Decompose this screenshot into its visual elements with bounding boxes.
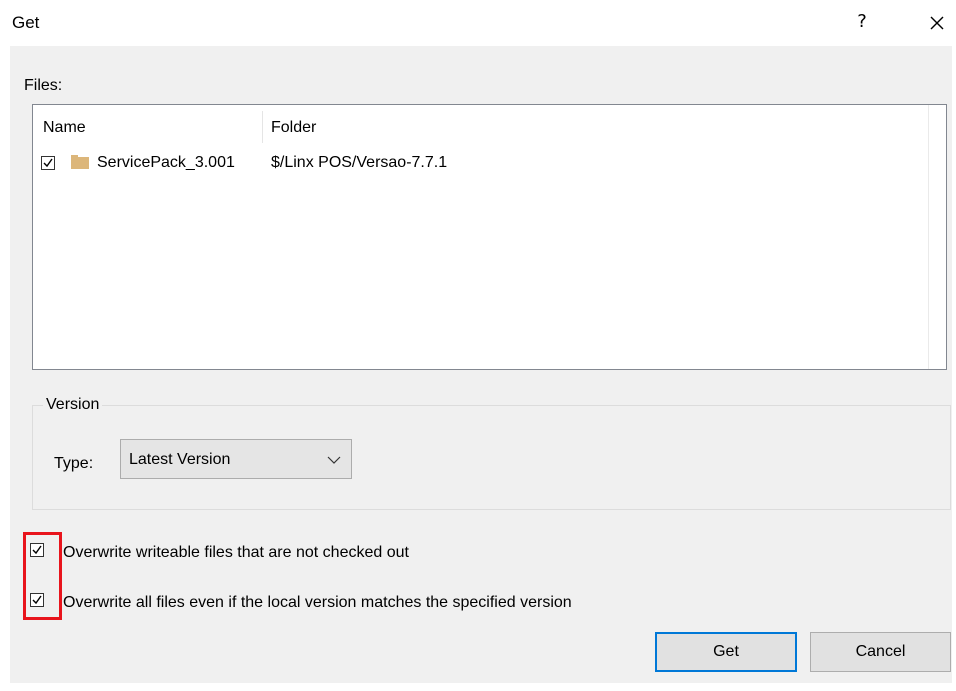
column-header-name[interactable]: Name bbox=[43, 119, 86, 137]
help-button[interactable]: ? bbox=[848, 8, 876, 36]
vertical-scrollbar[interactable] bbox=[928, 105, 946, 369]
overwrite-all-label[interactable]: Overwrite all files even if the local ve… bbox=[63, 594, 572, 612]
close-icon[interactable] bbox=[922, 8, 952, 38]
files-label: Files: bbox=[24, 77, 63, 94]
version-type-value: Latest Version bbox=[129, 451, 231, 468]
cancel-button[interactable]: Cancel bbox=[810, 632, 951, 672]
file-row-checkbox[interactable] bbox=[41, 156, 55, 170]
highlight-box bbox=[23, 532, 62, 620]
chevron-down-icon bbox=[327, 453, 341, 467]
file-name: ServicePack_3.001 bbox=[97, 154, 235, 171]
checkmark-icon bbox=[43, 158, 53, 168]
version-group-label: Version bbox=[43, 396, 103, 414]
column-header-folder[interactable]: Folder bbox=[271, 119, 316, 137]
column-divider[interactable] bbox=[262, 111, 263, 143]
file-folder: $/Linx POS/Versao-7.7.1 bbox=[271, 154, 448, 171]
file-row[interactable]: ServicePack_3.001 $/Linx POS/Versao-7.7.… bbox=[41, 151, 921, 175]
type-label: Type: bbox=[54, 455, 94, 472]
get-dialog: Get ? Files: Name Folder ServicePack_3.0… bbox=[0, 0, 956, 691]
version-type-dropdown[interactable]: Latest Version bbox=[120, 439, 352, 479]
overwrite-writeable-label[interactable]: Overwrite writeable files that are not c… bbox=[63, 544, 409, 562]
dialog-title: Get bbox=[12, 13, 40, 32]
files-list[interactable]: Name Folder ServicePack_3.001 $/Linx POS… bbox=[32, 104, 947, 370]
get-button[interactable]: Get bbox=[655, 632, 797, 672]
folder-icon bbox=[71, 155, 89, 169]
title-bar[interactable]: Get ? bbox=[0, 0, 956, 46]
